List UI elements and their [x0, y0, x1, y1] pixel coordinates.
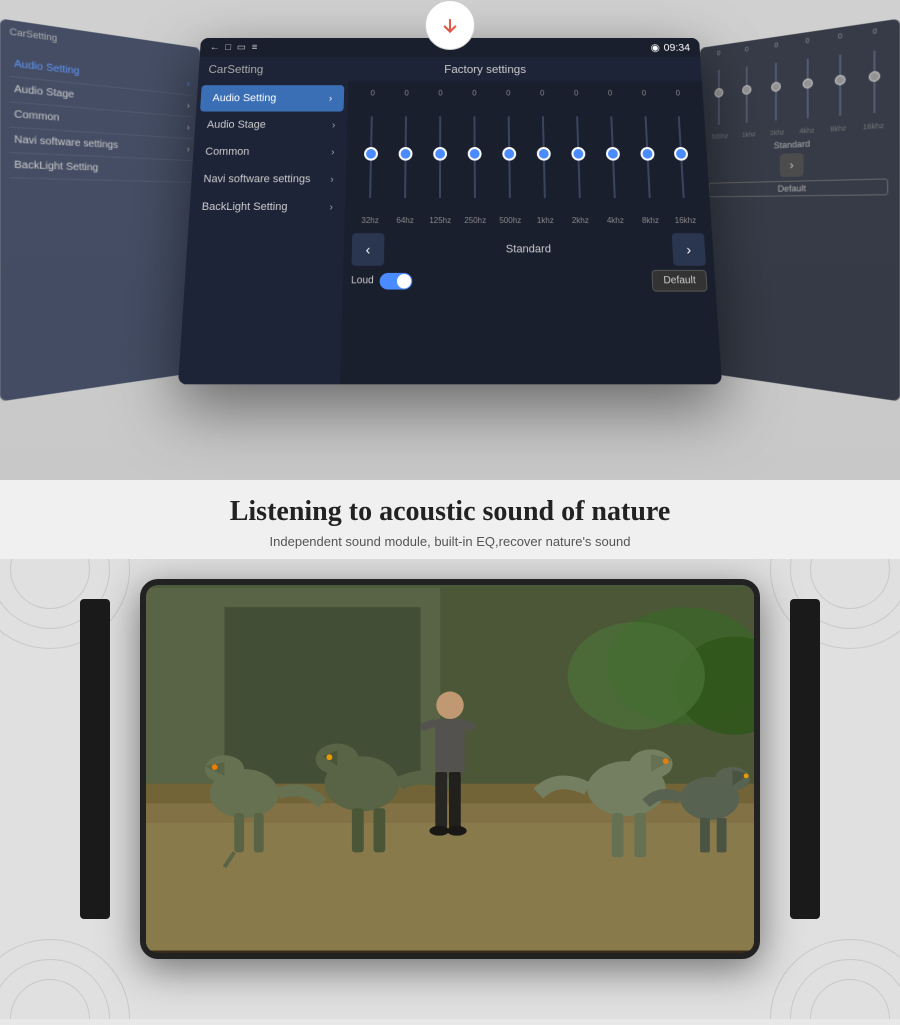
chevron-icon: ›	[329, 93, 333, 103]
sidebar-navi[interactable]: Navi software settings ›	[191, 166, 346, 194]
freq-2: 125hz	[426, 216, 454, 225]
device-side-right	[790, 599, 820, 919]
ghost-left-panel: CarSetting Audio Setting› Audio Stage› C…	[0, 19, 200, 402]
next-icon: ›	[686, 241, 692, 257]
default-button[interactable]: Default	[652, 270, 708, 292]
freq-1: 64hz	[391, 216, 419, 225]
ghost-freq-0: 500hz	[712, 133, 729, 141]
scene-svg	[146, 585, 754, 953]
ghost-next-btn[interactable]: ›	[780, 153, 804, 177]
eq-freq-labels: 32hz 64hz 125hz 250hz 500hz 1khz 2khz 4k…	[352, 216, 703, 225]
tv2: 0	[438, 89, 442, 97]
eq-slider-5[interactable]	[529, 103, 559, 212]
status-right: ◉ 09:34	[650, 42, 690, 54]
scroll-down-indicator[interactable]	[425, 0, 475, 50]
tv8: 0	[642, 89, 647, 97]
main-title: Listening to acoustic sound of nature	[20, 496, 880, 528]
home-icon[interactable]: □	[225, 43, 231, 53]
eq-slider-2[interactable]	[426, 103, 454, 212]
freq-0: 32hz	[356, 216, 384, 225]
eq-slider-1[interactable]	[391, 103, 420, 212]
eq-panel: 0 0 0 0 0 0 0 0 0 0	[340, 81, 722, 384]
preset-label: Standard	[392, 243, 665, 255]
eq-loud-row: Loud Default	[351, 270, 708, 292]
chevron-icon: ›	[329, 202, 333, 213]
ghost-default-btn[interactable]: Default	[709, 178, 889, 197]
sidebar-audio-setting[interactable]: Audio Setting ›	[200, 85, 344, 111]
factory-settings-label: Factory settings	[278, 63, 691, 76]
menu-icon[interactable]: ≡	[251, 43, 257, 53]
eq-slider-6[interactable]	[563, 103, 594, 212]
nav-icons: ← □ ▭ ≡	[210, 43, 258, 53]
audio-stage-label: Audio Stage	[207, 119, 266, 130]
tv7: 0	[608, 89, 613, 97]
back-icon[interactable]: ←	[210, 43, 220, 53]
car-screen: ← □ ▭ ≡ ◉ 09:34 CarSetting Factory setti…	[190, 30, 710, 377]
preset-prev-btn[interactable]: ‹	[351, 233, 384, 266]
preset-next-btn[interactable]: ›	[672, 233, 706, 266]
tv0: 0	[370, 89, 374, 97]
ghost-freq-3: 4khz	[799, 128, 814, 136]
freq-8: 8khz	[636, 216, 665, 225]
tv3: 0	[472, 89, 476, 97]
backlight-label: BackLight Setting	[201, 201, 287, 213]
freq-4: 500hz	[496, 216, 524, 225]
freq-9: 16khz	[671, 216, 700, 225]
audio-setting-label: Audio Setting	[212, 93, 276, 104]
slider-track	[370, 116, 374, 198]
eq-sliders[interactable]	[353, 99, 703, 216]
movie-scene	[146, 585, 754, 953]
eq-slider-3[interactable]	[461, 103, 489, 212]
screen-title-bar: CarSetting Factory settings	[198, 57, 702, 81]
eq-slider-9[interactable]	[665, 103, 699, 212]
gps-icon: ◉	[650, 42, 660, 54]
ghost-freq-5: 16khz	[863, 123, 884, 132]
loud-label: Loud	[351, 275, 374, 286]
tv6: 0	[574, 89, 579, 97]
top-section: CarSetting Audio Setting › Audio Stage › C…	[0, 0, 900, 480]
tv1: 0	[404, 89, 408, 97]
device-frame	[140, 579, 760, 959]
eq-top-values: 0 0 0 0 0 0 0 0 0 0	[356, 89, 696, 97]
device-side-left	[80, 599, 110, 919]
screen-content: Audio Setting › Audio Stage › Common › N…	[178, 81, 722, 384]
sidebar-backlight[interactable]: BackLight Setting ›	[189, 193, 345, 221]
recents-icon[interactable]: ▭	[237, 43, 247, 53]
eq-slider-0[interactable]	[356, 103, 386, 212]
ghost-freq-1: 1khz	[742, 132, 756, 139]
loud-toggle[interactable]	[380, 272, 413, 289]
navi-label: Navi software settings	[203, 173, 311, 185]
tv4: 0	[506, 89, 510, 97]
settings-sidebar: Audio Setting › Audio Stage › Common › N…	[178, 81, 348, 384]
freq-5: 1khz	[531, 216, 559, 225]
eq-preset-controls: ‹ Standard ›	[351, 233, 706, 266]
car-setting-label: CarSetting	[208, 63, 263, 76]
eq-slider-7[interactable]	[597, 103, 629, 212]
sidebar-audio-stage[interactable]: Audio Stage ›	[194, 112, 347, 139]
eq-slider-4[interactable]	[495, 103, 524, 212]
tv5: 0	[540, 89, 545, 97]
freq-6: 2khz	[566, 216, 594, 225]
common-label: Common	[205, 146, 250, 158]
clock: 09:34	[663, 42, 690, 53]
sidebar-common[interactable]: Common ›	[193, 138, 347, 165]
freq-3: 250hz	[461, 216, 489, 225]
eq-slider-8[interactable]	[631, 103, 664, 212]
chevron-icon: ›	[332, 120, 336, 131]
ghost-freq-2: 2khz	[770, 130, 784, 138]
tv9: 0	[675, 89, 680, 97]
middle-section: Listening to acoustic sound of nature In…	[0, 480, 900, 559]
freq-7: 4khz	[601, 216, 630, 225]
ghost-freq-4: 8khz	[830, 125, 846, 133]
chevron-icon: ›	[330, 174, 334, 185]
bottom-section	[0, 559, 900, 1019]
chevron-icon: ›	[331, 147, 335, 158]
sub-title: Independent sound module, built-in EQ,re…	[20, 534, 880, 549]
prev-icon: ‹	[366, 241, 371, 257]
ghost-right-panel: 000000 500hz 1khz 2khz 4khz 8khz 16khz	[700, 19, 900, 402]
toggle-knob	[397, 273, 411, 288]
